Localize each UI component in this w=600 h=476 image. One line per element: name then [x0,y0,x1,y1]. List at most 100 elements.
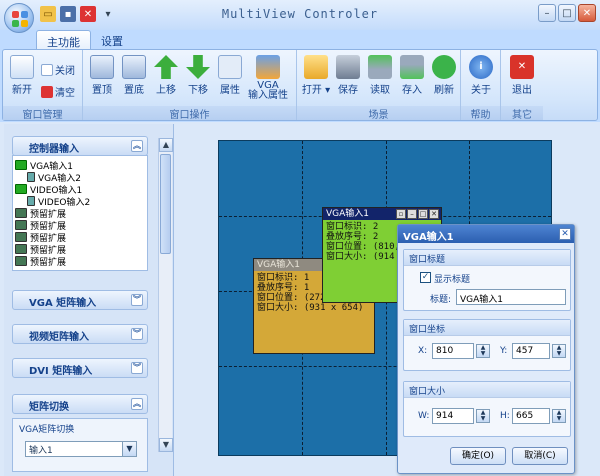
store-button[interactable]: 存入 [397,55,427,96]
tree-item[interactable]: 预留扩展 [15,255,66,268]
tree-item[interactable]: VGA输入1 [15,159,73,172]
h-label: H: [500,411,510,421]
window-restore-icon[interactable]: ▫ [396,209,406,219]
collapse-chevron-icon: ︽ [131,140,143,152]
section-dvi-matrix-input[interactable]: DVI 矩阵输入 ︾ [12,358,148,378]
input-select[interactable]: 输入1 ▼ [25,441,137,457]
section-vga-matrix-input[interactable]: VGA 矩阵输入 ︾ [12,290,148,310]
arrow-down-icon [186,55,210,79]
x-input[interactable]: 810 [432,343,474,359]
y-spinner-icon[interactable]: ▲ ▼ [552,344,566,358]
tree-item[interactable]: 预留扩展 [15,219,66,232]
reserved-icon [15,232,27,242]
store-device-icon [400,55,424,79]
vga-input-icon [27,172,35,182]
arrow-up-icon [154,55,178,79]
show-title-checkbox[interactable]: ✓ [420,272,431,283]
minimize-button[interactable]: – [538,4,556,22]
title-fieldset: 窗口标题 ✓ 显示标题 标题: VGA输入1 [403,249,571,311]
move-down-button[interactable]: 下移 [183,55,213,96]
app-menu-button[interactable] [4,3,34,33]
y-input[interactable]: 457 [512,343,550,359]
dialog-title: VGA输入1 [398,225,574,243]
position-fieldset: 窗口坐标 X: 810 ▲ ▼ Y: 457 ▲ ▼ [403,319,571,371]
tree-item[interactable]: 预留扩展 [15,243,66,256]
tree-item[interactable]: 预留扩展 [15,231,66,244]
cancel-button[interactable]: 取消(C) [512,447,568,465]
title-label: 标题: [430,295,452,305]
scroll-up-icon[interactable]: ▲ [159,138,173,152]
w-spinner-icon[interactable]: ▲ ▼ [476,409,490,423]
video-input-icon [27,196,35,206]
close-doc-icon [41,63,53,76]
move-up-button[interactable]: 上移 [151,55,181,96]
exit-x-icon: ✕ [510,55,534,79]
reserved-icon [15,208,27,218]
bring-top-button[interactable]: 置顶 [87,55,117,96]
left-scrollbar[interactable]: ▲ ▼ [158,138,173,452]
group-other: ✕ 退出 其它 [501,50,543,121]
window-properties-dialog: VGA输入1 ✕ 窗口标题 ✓ 显示标题 标题: VGA输入1 窗口坐标 X: … [397,224,575,474]
read-button[interactable]: 读取 [365,55,395,96]
dialog-close-icon[interactable]: ✕ [559,228,571,240]
group-window-management: 新开 关闭 清空 窗口管理 [3,50,83,121]
group-label: 帮助 [461,106,500,121]
window-title: MultiView Controler [221,7,379,21]
tree-item[interactable]: VGA输入2 [27,171,81,184]
h-spinner-icon[interactable]: ▲ ▼ [552,409,566,423]
properties-button[interactable]: 属性 [215,55,245,96]
window-close-icon[interactable]: ✕ [429,209,439,219]
close-window-button[interactable]: ✕ [578,4,596,22]
h-input[interactable]: 665 [512,408,550,424]
new-button[interactable]: 新开 [7,55,37,96]
reserved-icon [15,256,27,266]
vga-input-icon [15,160,27,170]
open-button[interactable]: 打开 ▾ [301,55,331,96]
x-label: X: [418,346,428,356]
fieldset-header: 窗口标题 [404,250,570,266]
w-input[interactable]: 914 [432,408,474,424]
section-matrix-switch[interactable]: 矩阵切换 ︽ [12,394,148,414]
exit-button[interactable]: ✕ 退出 [507,55,537,96]
ok-button[interactable]: 确定(O) [450,447,506,465]
floppy-icon [336,55,360,79]
group-help: i 关于 帮助 [461,50,501,121]
vga-input-props-button[interactable]: VGA 输入属性 [245,55,291,101]
size-fieldset: 窗口大小 W: 914 ▲ ▼ H: 665 ▲ ▼ [403,381,571,437]
group-label: 窗口管理 [3,106,82,121]
section-controller-input[interactable]: 控制器输入 ︽ [12,136,148,156]
refresh-button[interactable]: 刷新 [429,55,459,96]
reserved-icon [15,220,27,230]
window-maximize-icon[interactable]: □ [418,209,428,219]
tree-item[interactable]: VIDEO输入1 [15,183,82,196]
group-label: 窗口操作 [83,106,296,121]
group-scene: 打开 ▾ 保存 读取 存入 刷新 场景 [297,50,461,121]
title-input[interactable]: VGA输入1 [456,289,566,305]
send-bottom-button[interactable]: 置底 [119,55,149,96]
clear-button[interactable]: 清空 [41,84,75,99]
vga-settings-icon [256,55,280,79]
x-spinner-icon[interactable]: ▲ ▼ [476,344,490,358]
refresh-icon [432,55,456,79]
window-minimize-icon[interactable]: – [407,209,417,219]
expand-chevron-icon: ︾ [131,362,143,374]
close-button[interactable]: 关闭 [41,62,75,77]
tree-item[interactable]: 预留扩展 [15,207,66,220]
read-device-icon [368,55,392,79]
window-title: VGA输入1 [326,209,370,219]
scroll-down-icon[interactable]: ▼ [159,438,173,452]
scroll-thumb[interactable] [160,154,171,254]
about-button[interactable]: i 关于 [466,55,496,96]
section-video-matrix-input[interactable]: 视频矩阵输入 ︾ [12,324,148,344]
tab-main[interactable]: 主功能 [36,30,91,50]
tree-item[interactable]: VIDEO输入2 [27,195,90,208]
show-title-label: 显示标题 [434,275,471,285]
group-label: 场景 [297,106,460,121]
group-label: 其它 [501,106,543,121]
folder-icon [304,55,328,79]
tab-settings[interactable]: 设置 [91,30,133,50]
input-tree: VGA输入1 VGA输入2 VIDEO输入1 VIDEO输入2 预留扩展 预留扩… [12,155,148,271]
maximize-button[interactable]: □ [558,4,576,22]
save-button[interactable]: 保存 [333,55,363,96]
bring-top-icon [90,55,114,79]
